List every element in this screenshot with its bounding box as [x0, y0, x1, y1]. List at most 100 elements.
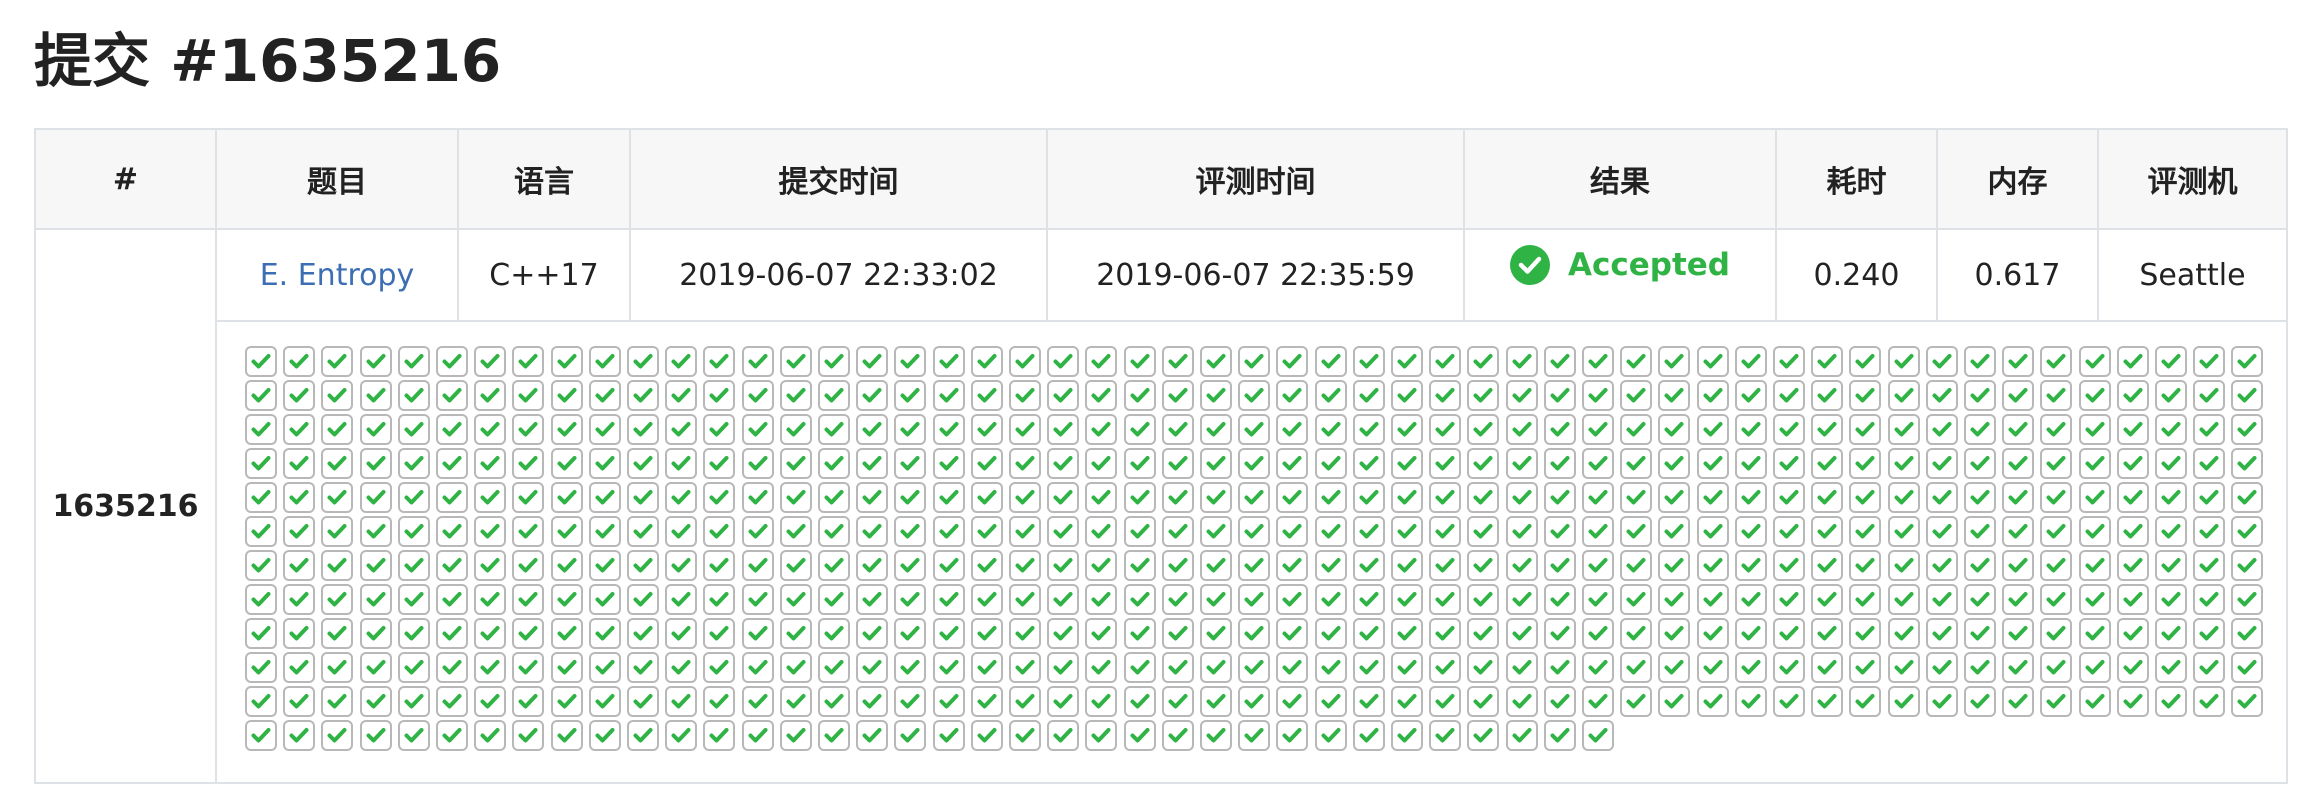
test-case[interactable]	[703, 720, 736, 751]
test-case[interactable]	[1467, 652, 1500, 683]
test-case[interactable]	[779, 380, 812, 411]
test-case[interactable]	[1161, 550, 1194, 581]
test-case[interactable]	[703, 550, 736, 581]
test-case[interactable]	[1047, 380, 1080, 411]
test-case[interactable]	[856, 720, 889, 751]
test-case[interactable]	[359, 448, 392, 479]
test-case[interactable]	[245, 516, 277, 547]
test-case[interactable]	[970, 652, 1003, 683]
test-case[interactable]	[2002, 414, 2035, 445]
test-case[interactable]	[1200, 516, 1232, 547]
test-case[interactable]	[1734, 380, 1767, 411]
test-case[interactable]	[321, 346, 354, 377]
test-case[interactable]	[588, 414, 621, 445]
test-case[interactable]	[1467, 720, 1500, 751]
test-case[interactable]	[703, 448, 736, 479]
test-case[interactable]	[321, 380, 354, 411]
test-case[interactable]	[1658, 414, 1691, 445]
test-case[interactable]	[1964, 516, 1996, 547]
test-case[interactable]	[970, 550, 1003, 581]
test-case[interactable]	[2002, 448, 2035, 479]
test-case[interactable]	[1161, 414, 1194, 445]
test-case[interactable]	[2193, 584, 2226, 615]
test-case[interactable]	[741, 448, 774, 479]
test-case[interactable]	[1505, 550, 1538, 581]
test-case[interactable]	[1467, 686, 1500, 717]
test-case[interactable]	[1734, 686, 1767, 717]
test-case[interactable]	[1391, 346, 1423, 377]
test-case[interactable]	[665, 346, 698, 377]
test-case[interactable]	[1582, 686, 1614, 717]
test-case[interactable]	[1085, 482, 1118, 513]
test-case[interactable]	[1811, 652, 1844, 683]
test-case[interactable]	[550, 584, 583, 615]
test-case[interactable]	[245, 448, 277, 479]
test-case[interactable]	[856, 380, 889, 411]
test-case[interactable]	[627, 652, 659, 683]
test-case[interactable]	[550, 516, 583, 547]
test-case[interactable]	[818, 448, 850, 479]
test-case[interactable]	[2116, 380, 2149, 411]
test-case[interactable]	[1429, 380, 1462, 411]
test-case[interactable]	[703, 380, 736, 411]
test-case[interactable]	[2002, 618, 2035, 649]
test-case[interactable]	[1543, 448, 1576, 479]
test-case[interactable]	[588, 482, 621, 513]
test-case[interactable]	[1773, 346, 1805, 377]
test-case[interactable]	[321, 550, 354, 581]
test-case[interactable]	[1047, 414, 1080, 445]
test-case[interactable]	[779, 448, 812, 479]
test-case[interactable]	[2155, 482, 2187, 513]
test-case[interactable]	[474, 346, 507, 377]
test-case[interactable]	[1620, 380, 1653, 411]
test-case[interactable]	[436, 618, 468, 649]
test-case[interactable]	[818, 414, 850, 445]
test-case[interactable]	[1276, 720, 1309, 751]
test-case[interactable]	[1238, 618, 1271, 649]
test-case[interactable]	[1352, 448, 1385, 479]
test-case[interactable]	[321, 686, 354, 717]
test-case[interactable]	[359, 720, 392, 751]
test-case[interactable]	[970, 482, 1003, 513]
test-case[interactable]	[1085, 380, 1118, 411]
test-case[interactable]	[283, 516, 316, 547]
test-case[interactable]	[1314, 516, 1347, 547]
test-case[interactable]	[1887, 448, 1920, 479]
test-case[interactable]	[1849, 516, 1882, 547]
test-case[interactable]	[741, 652, 774, 683]
test-case[interactable]	[359, 584, 392, 615]
test-case[interactable]	[2078, 686, 2111, 717]
test-case[interactable]	[2193, 550, 2226, 581]
test-case[interactable]	[245, 380, 277, 411]
test-case[interactable]	[1085, 584, 1118, 615]
test-case[interactable]	[1696, 652, 1729, 683]
test-case[interactable]	[1773, 550, 1805, 581]
test-case[interactable]	[2116, 346, 2149, 377]
test-case[interactable]	[2231, 618, 2264, 649]
test-case[interactable]	[1505, 516, 1538, 547]
test-case[interactable]	[2193, 516, 2226, 547]
test-case[interactable]	[2231, 482, 2264, 513]
test-case[interactable]	[1964, 448, 1996, 479]
test-case[interactable]	[436, 720, 468, 751]
test-case[interactable]	[970, 516, 1003, 547]
test-case[interactable]	[2040, 652, 2073, 683]
test-case[interactable]	[436, 550, 468, 581]
test-case[interactable]	[779, 584, 812, 615]
test-case[interactable]	[283, 686, 316, 717]
test-case[interactable]	[2078, 482, 2111, 513]
test-case[interactable]	[1658, 448, 1691, 479]
test-case[interactable]	[1696, 414, 1729, 445]
test-case[interactable]	[1964, 618, 1996, 649]
test-case[interactable]	[512, 686, 545, 717]
test-case[interactable]	[1505, 414, 1538, 445]
test-case[interactable]	[1620, 584, 1653, 615]
test-case[interactable]	[1582, 652, 1614, 683]
test-case[interactable]	[1123, 380, 1156, 411]
test-case[interactable]	[665, 380, 698, 411]
test-case[interactable]	[1429, 618, 1462, 649]
test-case[interactable]	[2040, 550, 2073, 581]
test-case[interactable]	[1314, 584, 1347, 615]
test-case[interactable]	[1925, 380, 1958, 411]
test-case[interactable]	[703, 652, 736, 683]
